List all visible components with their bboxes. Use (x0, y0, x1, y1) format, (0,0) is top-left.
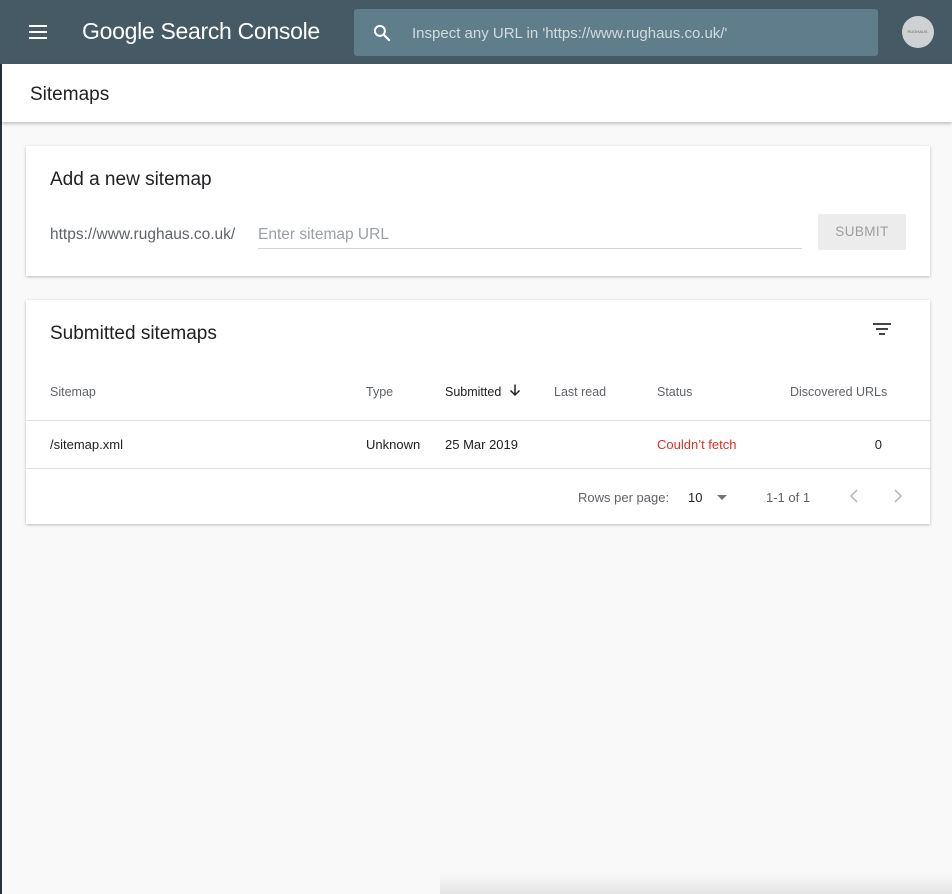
cell-submitted: 25 Mar 2019 (445, 437, 518, 452)
column-header-sitemap[interactable]: Sitemap (50, 385, 96, 399)
sitemap-url-prefix: https://www.rughaus.co.uk/ (50, 226, 236, 243)
rows-per-page-select[interactable]: 10 (688, 486, 734, 508)
cell-sitemap[interactable]: /sitemap.xml (50, 437, 123, 452)
cell-discovered-urls: 0 (874, 437, 882, 452)
arrow-down-icon[interactable] (508, 383, 522, 397)
top-app-bar: Google Search Console RUGHAUS. (0, 0, 952, 64)
bottom-shadow (440, 874, 952, 894)
menu-icon[interactable] (26, 20, 50, 44)
submit-button[interactable]: SUBMIT (818, 214, 906, 250)
chevron-left-icon[interactable] (842, 484, 866, 508)
window-edge (0, 0, 2, 894)
rows-per-page-value: 10 (688, 490, 703, 505)
page-title: Sitemaps (30, 84, 110, 105)
submitted-sitemaps-card: Submitted sitemaps Sitemap Type Submitte… (26, 300, 930, 524)
app-logo[interactable]: Google Search Console (82, 18, 320, 45)
submitted-sitemaps-title: Submitted sitemaps (50, 323, 217, 344)
filter-icon[interactable] (868, 318, 896, 342)
sitemap-url-input[interactable] (258, 222, 802, 249)
account-avatar[interactable]: RUGHAUS. (902, 16, 934, 48)
rows-per-page-label: Rows per page: (578, 490, 670, 505)
column-header-discovered-urls[interactable]: Discovered URLs (790, 385, 887, 399)
search-icon[interactable] (372, 23, 392, 43)
url-inspection-input[interactable] (410, 9, 864, 58)
url-inspection-search[interactable] (354, 9, 878, 58)
chevron-right-icon[interactable] (886, 484, 910, 508)
add-sitemap-title: Add a new sitemap (50, 169, 212, 190)
column-header-submitted[interactable]: Submitted (445, 385, 501, 399)
pagination-range: 1-1 of 1 (766, 490, 811, 505)
table-footer-divider (26, 468, 930, 469)
add-sitemap-card: Add a new sitemap https://www.rughaus.co… (26, 146, 930, 276)
column-header-last-read[interactable]: Last read (554, 385, 606, 399)
dropdown-caret-icon (717, 495, 727, 500)
cell-status: Couldn’t fetch (657, 437, 737, 452)
page-header: Sitemaps (2, 64, 952, 122)
cell-type: Unknown (366, 437, 421, 452)
column-header-status[interactable]: Status (657, 385, 692, 399)
column-header-type[interactable]: Type (366, 385, 393, 399)
